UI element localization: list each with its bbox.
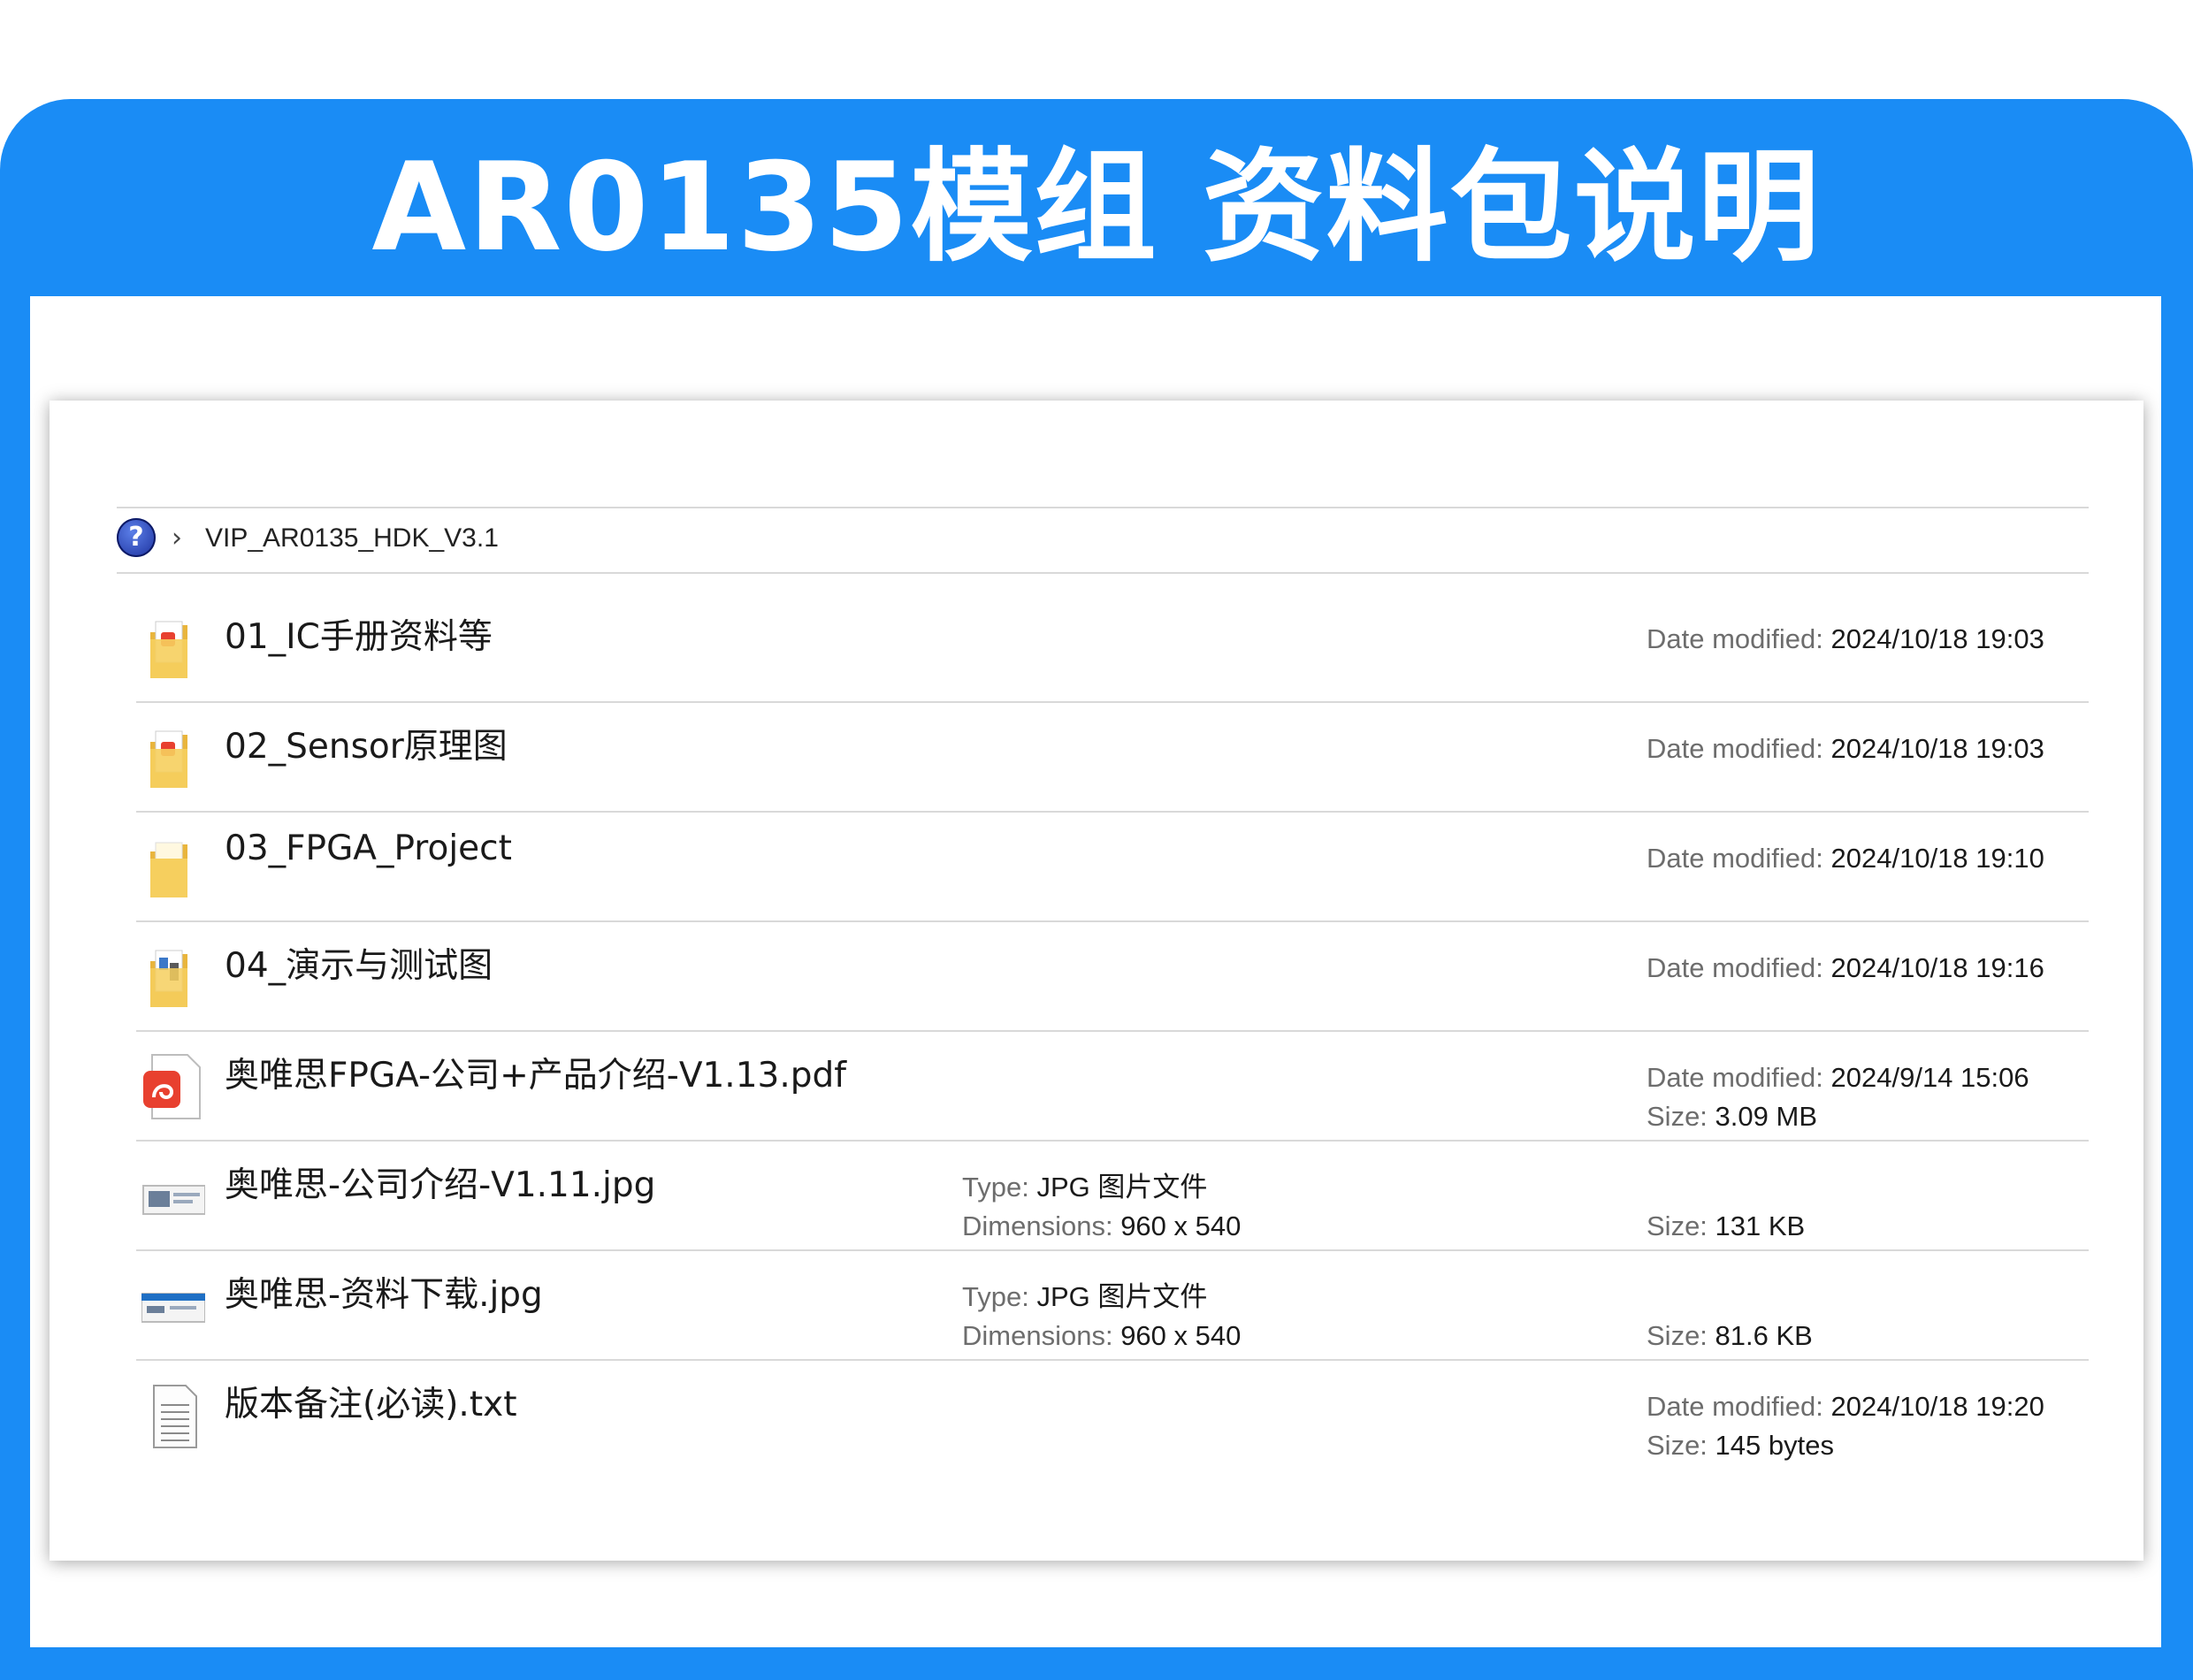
image-dimensions: Dimensions: 960 x 540: [962, 1320, 1242, 1351]
image-file-icon: [142, 1185, 205, 1215]
date-modified: Date modified: 2024/9/14 15:06: [1647, 1062, 2029, 1093]
file-explorer-window: ? › VIP_AR0135_HDK_V3.1 01_IC手册资料等 Date …: [50, 401, 2143, 1561]
file-name: 01_IC手册资料等: [225, 617, 493, 657]
pdf-file-icon: [143, 1054, 201, 1119]
date-modified: Date modified: 2024/10/18 19:03: [1647, 733, 2044, 764]
file-name: 版本备注(必读).txt: [225, 1385, 517, 1424]
folder-pdf-icon: [150, 730, 187, 788]
file-name: 奥唯思-公司介绍-V1.11.jpg: [225, 1165, 656, 1205]
folder-icon: [150, 842, 187, 897]
date-modified: Date modified: 2024/10/18 19:10: [1647, 843, 2044, 874]
file-name: 03_FPGA_Project: [225, 829, 512, 868]
date-modified: Date modified: 2024/10/18 19:03: [1647, 623, 2044, 654]
list-item[interactable]: 01_IC手册资料等 Date modified: 2024/10/18 19:…: [136, 593, 2089, 703]
date-modified: Date modified: 2024/10/18 19:20: [1647, 1391, 2044, 1422]
list-item[interactable]: 奥唯思-公司介绍-V1.11.jpg Type: JPG 图片文件 Dimens…: [136, 1142, 2089, 1251]
file-name: 奥唯思FPGA-公司+产品介绍-V1.13.pdf: [225, 1056, 846, 1096]
address-bar-border-top: [117, 507, 2089, 508]
file-name: 04_演示与测试图: [225, 946, 493, 986]
list-item[interactable]: 奥唯思-资料下载.jpg Type: JPG 图片文件 Dimensions: …: [136, 1251, 2089, 1361]
file-size: Size: 3.09 MB: [1647, 1101, 1817, 1132]
folder-images-icon: [150, 950, 187, 1007]
address-bar-border-bottom: [117, 572, 2089, 574]
folder-pdf-icon: [150, 621, 187, 678]
list-item[interactable]: 版本备注(必读).txt Date modified: 2024/10/18 1…: [136, 1361, 2089, 1470]
breadcrumb[interactable]: VIP_AR0135_HDK_V3.1: [205, 521, 499, 556]
help-icon[interactable]: ?: [117, 518, 156, 557]
file-size: Size: 145 bytes: [1647, 1430, 1834, 1461]
page-title: AR0135模组 资料包说明: [371, 136, 1822, 279]
list-item[interactable]: 04_演示与测试图 Date modified: 2024/10/18 19:1…: [136, 922, 2089, 1032]
date-modified: Date modified: 2024/10/18 19:16: [1647, 952, 2044, 983]
file-name: 02_Sensor原理图: [225, 727, 508, 767]
image-dimensions: Dimensions: 960 x 540: [962, 1210, 1242, 1241]
file-size: Size: 81.6 KB: [1647, 1320, 1813, 1351]
file-size: Size: 131 KB: [1647, 1210, 1806, 1241]
file-type: Type: JPG 图片文件: [962, 1172, 1208, 1203]
image-file-icon: [141, 1293, 205, 1323]
text-file-icon: [153, 1385, 197, 1448]
list-item[interactable]: 奥唯思FPGA-公司+产品介绍-V1.13.pdf Date modified:…: [136, 1032, 2089, 1142]
chevron-right-icon[interactable]: ›: [172, 521, 182, 556]
file-type: Type: JPG 图片文件: [962, 1281, 1208, 1312]
list-item[interactable]: 03_FPGA_Project Date modified: 2024/10/1…: [136, 813, 2089, 922]
file-name: 奥唯思-资料下载.jpg: [225, 1275, 543, 1315]
list-item[interactable]: 02_Sensor原理图 Date modified: 2024/10/18 1…: [136, 703, 2089, 813]
